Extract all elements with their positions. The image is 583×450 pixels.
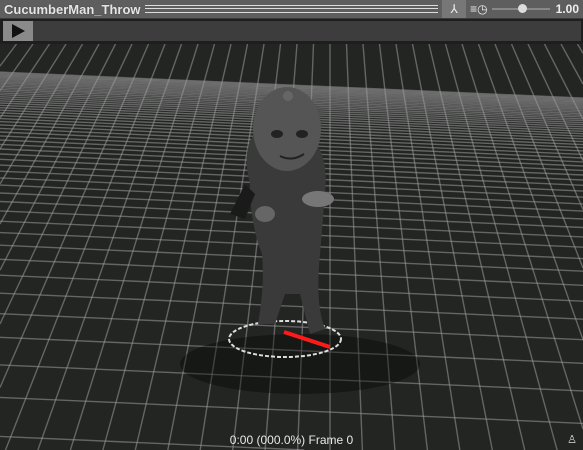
speed-slider[interactable] (491, 4, 550, 13)
playback-status: 0:00 (000.0%) Frame 0 (229, 433, 354, 447)
speed-value: 1.00 (555, 2, 579, 16)
preview-header: CucumberMan_Throw ⅄ ≡◷ 1.00 (0, 0, 583, 19)
header-drag-handle[interactable] (144, 5, 439, 13)
avatar-icon[interactable]: ♙ (567, 433, 577, 446)
play-icon (11, 24, 25, 38)
preview-viewport[interactable]: 0:00 (000.0%) Frame 0 ♙ (0, 44, 583, 450)
timeline-scrubber[interactable] (3, 21, 581, 41)
speed-slider-knob[interactable] (517, 4, 527, 13)
play-button[interactable] (3, 21, 33, 41)
character-model (180, 87, 420, 394)
pivot-axes-icon[interactable]: ⅄ (442, 0, 467, 18)
clip-title: CucumberMan_Throw (4, 1, 141, 17)
speed-clock-icon: ≡◷ (470, 2, 488, 16)
timeline (0, 19, 583, 44)
